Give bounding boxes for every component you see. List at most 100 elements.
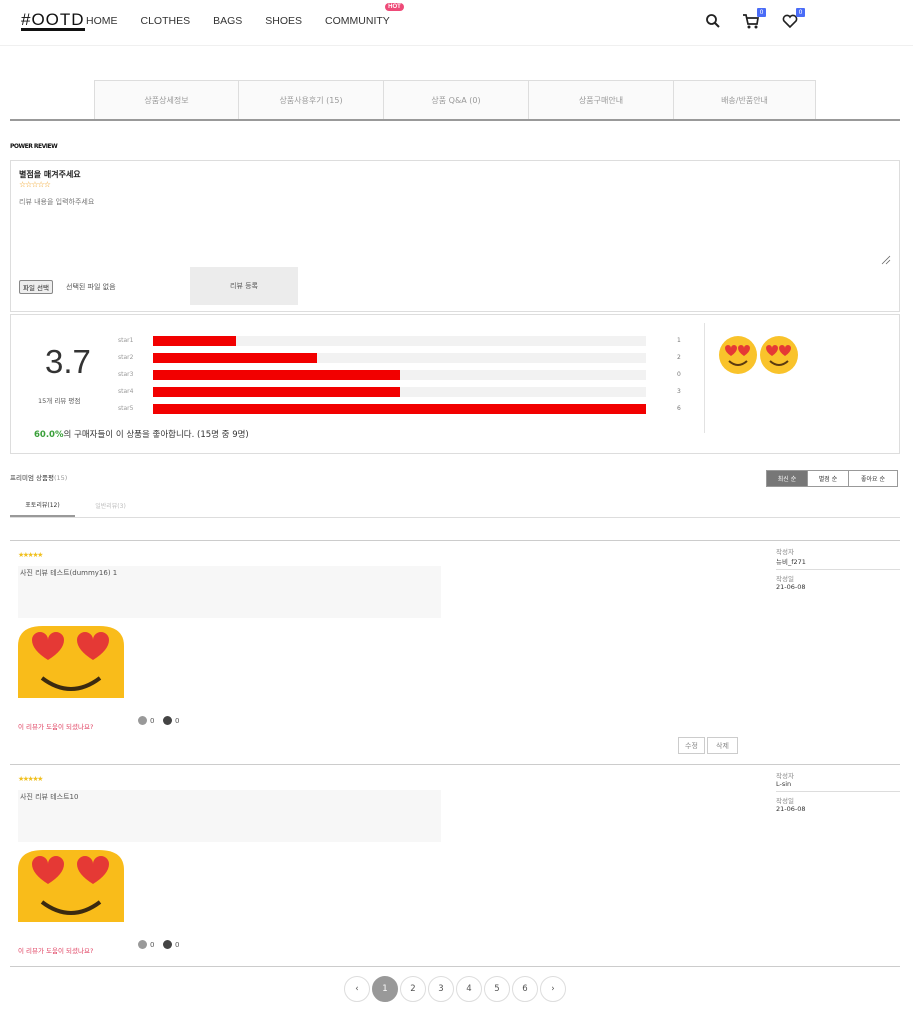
- sort-rating-button[interactable]: 별점 순: [807, 470, 849, 487]
- tab-text-reviews[interactable]: 일반리뷰(3): [78, 494, 143, 517]
- nav-bags[interactable]: BAGS: [213, 15, 242, 27]
- review-meta: 작성자 뉴비_f271 작성일 21-06-08: [776, 546, 900, 591]
- bar-track-star2: [153, 353, 646, 363]
- like-icon: [138, 716, 147, 725]
- bar-count-star4: 3: [677, 388, 681, 395]
- date-label: 작성일: [776, 797, 794, 805]
- dislike-button[interactable]: 0: [163, 940, 179, 949]
- helpful-question: 이 리뷰가 도움이 되셨나요?: [18, 723, 94, 731]
- review-form: 별점을 매겨주세요 ☆☆☆☆☆ 리뷰 내용을 입력하주세요 파일 선택 선택된 …: [10, 160, 900, 312]
- hot-badge: HOT: [385, 3, 404, 11]
- tab-photo-reviews[interactable]: 포토리뷰(12): [10, 494, 75, 517]
- page-6-button[interactable]: 6: [512, 976, 538, 1002]
- review-type-tabs: 포토리뷰(12) 일반리뷰(3): [10, 494, 900, 518]
- power-review-title: POWER REVIEW: [10, 143, 58, 150]
- tab-detail[interactable]: 상품상세정보: [94, 80, 239, 119]
- rating-summary: 3.7 15개 리뷰 평점 star1 1 star2 2 star3 0 st…: [10, 314, 900, 454]
- bar-label-star5: star5: [118, 405, 134, 412]
- like-button[interactable]: 0: [138, 716, 154, 725]
- dislike-button[interactable]: 0: [163, 716, 179, 725]
- author-name: L-sin: [776, 780, 792, 788]
- search-icon[interactable]: [704, 12, 722, 30]
- bar-label-star4: star4: [118, 388, 134, 395]
- review-photo[interactable]: [18, 850, 124, 922]
- bar-fill-star4: [153, 387, 400, 397]
- bar-track-star4: [153, 387, 646, 397]
- wish-count-badge: 0: [796, 8, 805, 17]
- page-3-button[interactable]: 3: [428, 976, 454, 1002]
- review-textarea[interactable]: 리뷰 내용을 입력하주세요: [19, 197, 94, 207]
- page-5-button[interactable]: 5: [484, 976, 510, 1002]
- bar-count-star3: 0: [677, 371, 681, 378]
- bar-fill-star5: [153, 404, 646, 414]
- nav-home[interactable]: HOME: [86, 15, 118, 27]
- page-4-button[interactable]: 4: [456, 976, 482, 1002]
- tab-purchase-guide[interactable]: 상품구매안내: [528, 80, 674, 119]
- nav-shoes[interactable]: SHOES: [265, 15, 302, 27]
- review-submit-button[interactable]: 리뷰 등록: [190, 267, 298, 305]
- like-count: 0: [150, 940, 155, 949]
- review-date: 21-06-08: [776, 805, 806, 813]
- bar-count-star2: 2: [677, 354, 681, 361]
- rating-stars-input[interactable]: ☆☆☆☆☆: [19, 180, 51, 189]
- heart-eyes-emoji-icon: [760, 336, 798, 374]
- meta-divider: [776, 569, 900, 570]
- wishlist-button[interactable]: 0: [781, 8, 805, 30]
- review-photo[interactable]: [18, 626, 124, 698]
- delete-button[interactable]: 삭제: [707, 737, 738, 754]
- site-header: #OOTD HOME CLOTHES BAGS SHOES COMMUNITY H…: [0, 0, 913, 46]
- author-name: 뉴비_f271: [776, 558, 806, 566]
- prev-page-button[interactable]: ‹: [344, 976, 370, 1002]
- next-page-button[interactable]: ›: [540, 976, 566, 1002]
- dislike-count: 0: [175, 940, 180, 949]
- page-1-button[interactable]: 1: [372, 976, 398, 1002]
- review-list-title: 프리미엄 상품평(15): [10, 472, 67, 482]
- review-item: ★★★★★ 사진 리뷰 테스트10 이 리뷰가 도움이 되셨나요? 0 0 작성…: [10, 764, 900, 964]
- file-select-button[interactable]: 파일 선택: [19, 280, 53, 294]
- sort-likes-button[interactable]: 좋아요 순: [848, 470, 898, 487]
- resize-handle-icon[interactable]: [881, 255, 891, 265]
- sort-options: 최신 순 별점 순 좋아요 순: [766, 470, 898, 487]
- summary-divider: [704, 323, 705, 433]
- page-2-button[interactable]: 2: [400, 976, 426, 1002]
- edit-button[interactable]: 수정: [678, 737, 705, 754]
- recommend-sentence: 의 구매자들이 이 상품을 좋아합니다. (15명 중 9명): [63, 430, 249, 440]
- review-text: 사진 리뷰 테스트(dummy16) 1: [20, 569, 118, 577]
- bar-label-star1: star1: [118, 337, 134, 344]
- like-button[interactable]: 0: [138, 940, 154, 949]
- bar-fill-star2: [153, 353, 317, 363]
- date-label: 작성일: [776, 575, 794, 583]
- sort-latest-button[interactable]: 최신 순: [766, 470, 808, 487]
- review-body: 사진 리뷰 테스트(dummy16) 1: [18, 566, 441, 618]
- recommend-text: 60.0%의 구매자들이 이 상품을 좋아합니다. (15명 중 9명): [34, 428, 249, 440]
- bar-label-star3: star3: [118, 371, 134, 378]
- recommend-percent: 60.0%: [34, 430, 64, 440]
- like-icon: [138, 940, 147, 949]
- average-rating: 3.7: [45, 343, 91, 380]
- review-text: 사진 리뷰 테스트10: [20, 793, 79, 801]
- cart-button[interactable]: 0: [742, 8, 766, 30]
- helpful-question: 이 리뷰가 도움이 되셨나요?: [18, 947, 94, 955]
- bar-track-star3: [153, 370, 646, 380]
- tab-shipping[interactable]: 배송/반품안내: [673, 80, 816, 119]
- review-date: 21-06-08: [776, 583, 806, 591]
- review-stars: ★★★★★: [18, 551, 43, 559]
- nav-clothes[interactable]: CLOTHES: [141, 15, 191, 27]
- author-label: 작성자: [776, 548, 794, 556]
- rating-prompt: 별점을 매겨주세요: [19, 170, 81, 179]
- bar-track-star5: [153, 404, 646, 414]
- meta-divider: [776, 791, 900, 792]
- site-logo[interactable]: #OOTD: [21, 11, 85, 31]
- pagination: ‹ 1 2 3 4 5 6 ›: [10, 966, 900, 1002]
- dislike-icon: [163, 716, 172, 725]
- bar-fill-star1: [153, 336, 236, 346]
- main-nav: HOME CLOTHES BAGS SHOES COMMUNITY HOT: [86, 3, 413, 27]
- review-body: 사진 리뷰 테스트10: [18, 790, 441, 842]
- cart-count-badge: 0: [757, 8, 766, 17]
- tab-reviews[interactable]: 상품사용후기 (15): [238, 80, 384, 119]
- nav-community[interactable]: COMMUNITY HOT: [325, 3, 404, 27]
- review-meta: 작성자 L-sin 작성일 21-06-08: [776, 770, 900, 813]
- review-stars: ★★★★★: [18, 775, 43, 783]
- tab-qna[interactable]: 상품 Q&A (0): [383, 80, 529, 119]
- review-item: ★★★★★ 사진 리뷰 테스트(dummy16) 1 이 리뷰가 도움이 되셨나…: [10, 540, 900, 764]
